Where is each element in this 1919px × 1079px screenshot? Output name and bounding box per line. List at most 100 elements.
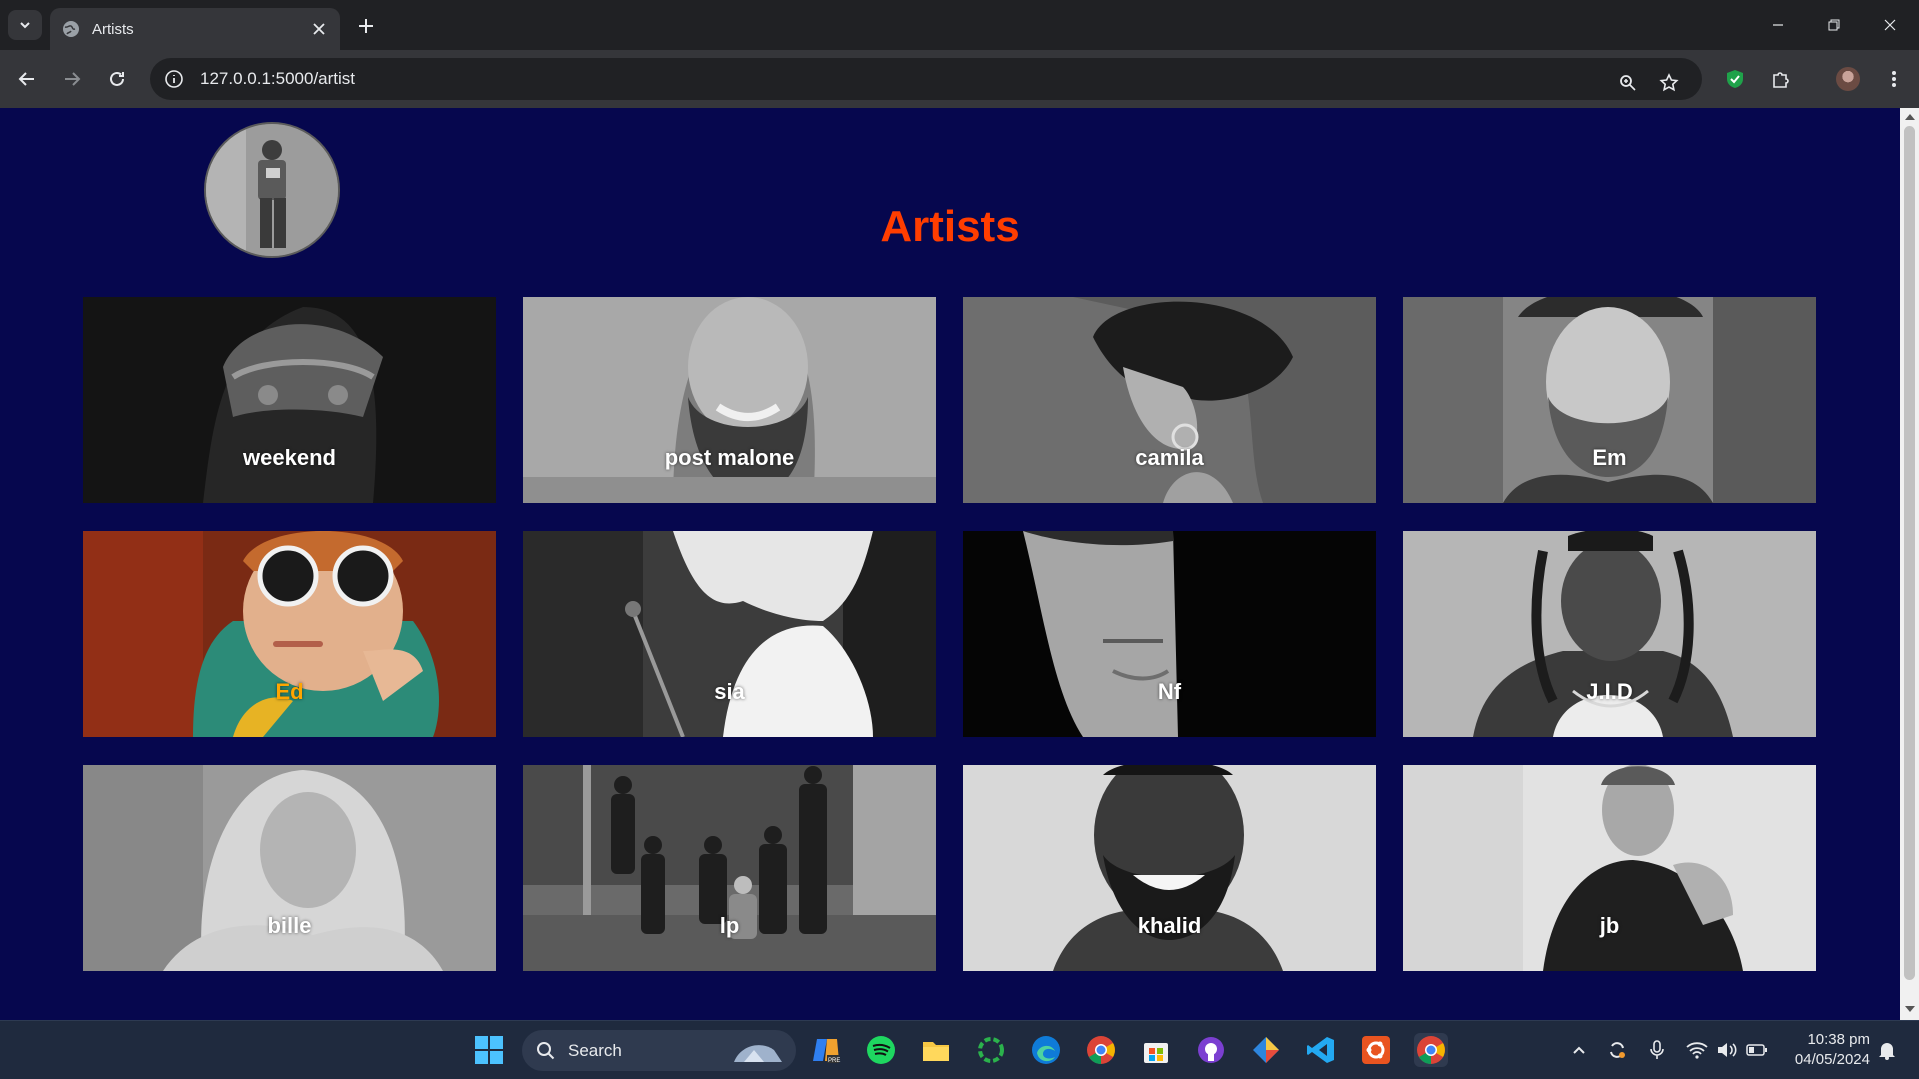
github-desktop-icon[interactable] — [1194, 1033, 1228, 1067]
git-app-icon[interactable] — [1249, 1033, 1283, 1067]
artist-name: lp — [719, 913, 740, 938]
zoom-icon[interactable] — [1613, 68, 1643, 98]
tab-search-button[interactable] — [8, 10, 42, 40]
back-button[interactable] — [12, 64, 42, 94]
reload-icon — [110, 71, 124, 86]
forward-button[interactable] — [57, 64, 87, 94]
notification-bell-icon[interactable] — [1876, 1039, 1898, 1061]
artist-name: bille — [267, 913, 312, 938]
artist-card-jid[interactable]: J.I.D — [1403, 531, 1816, 737]
url-text: 127.0.0.1:5000/artist — [200, 69, 356, 88]
artist-card-em[interactable]: Em — [1403, 297, 1816, 503]
artist-photo — [523, 297, 936, 503]
artist-name: Em — [1592, 445, 1627, 470]
reload-button[interactable] — [102, 64, 132, 94]
artist-photo — [1403, 297, 1816, 503]
artist-name: Nf — [1157, 679, 1182, 704]
page-viewport: Artists weekend post malone camila Em Ed… — [0, 108, 1900, 1020]
artist-name: jb — [1599, 913, 1620, 938]
chevron-up-icon[interactable] — [1568, 1039, 1590, 1061]
page-title: Artists — [880, 202, 1020, 251]
battery-icon[interactable] — [1746, 1039, 1768, 1061]
chevron-down-icon — [20, 22, 30, 29]
search-label: Search — [568, 1040, 622, 1060]
microphone-icon[interactable] — [1646, 1039, 1668, 1061]
artist-photo — [83, 765, 496, 971]
artist-card-lp[interactable]: lp — [523, 765, 936, 971]
artist-photo — [963, 765, 1376, 971]
artist-card-ed[interactable]: Ed — [83, 531, 496, 737]
taskbar-search[interactable]: Search — [522, 1030, 796, 1071]
artist-name: Ed — [275, 679, 304, 704]
artist-photo — [963, 297, 1376, 503]
spotify-icon[interactable] — [864, 1033, 898, 1067]
clock-date: 04/05/2024 — [1794, 1051, 1870, 1068]
artist-name: camila — [1135, 445, 1204, 470]
artist-photo — [523, 531, 936, 737]
artist-name: J.I.D — [1586, 679, 1633, 704]
windows-start-icon[interactable] — [472, 1033, 506, 1067]
menu-dots-icon[interactable] — [1879, 64, 1909, 94]
shield-extension-icon[interactable] — [1720, 64, 1750, 94]
artist-card-sia[interactable]: sia — [523, 531, 936, 737]
browser-tab[interactable]: Artists — [50, 8, 340, 50]
search-icon — [537, 1041, 555, 1059]
artist-card-post-malone[interactable]: post malone — [523, 297, 936, 503]
artist-photo — [83, 297, 496, 503]
artist-photo — [1403, 765, 1816, 971]
globe-icon — [63, 21, 79, 37]
sync-icon[interactable] — [1606, 1039, 1628, 1061]
microsoft-store-icon[interactable] — [1139, 1033, 1173, 1067]
artist-name: sia — [714, 679, 745, 704]
new-tab-button[interactable] — [352, 12, 380, 40]
scroll-up-arrow-icon[interactable] — [1905, 114, 1915, 120]
ubuntu-icon[interactable] — [1359, 1033, 1393, 1067]
minimize-icon — [1773, 24, 1783, 26]
scroll-down-arrow-icon[interactable] — [1905, 1006, 1915, 1012]
wifi-icon[interactable] — [1686, 1039, 1708, 1061]
clock-time: 10:38 pm — [1807, 1031, 1870, 1048]
artist-name: khalid — [1137, 913, 1202, 938]
info-icon[interactable] — [164, 69, 184, 89]
close-icon — [1884, 19, 1896, 31]
page-scrollbar[interactable] — [1900, 108, 1919, 1020]
artist-card-camila[interactable]: camila — [963, 297, 1376, 503]
minimize-button[interactable] — [1758, 10, 1798, 40]
restore-icon — [1828, 19, 1840, 31]
edge-browser-icon[interactable] — [1029, 1033, 1063, 1067]
artist-card-khalid[interactable]: khalid — [963, 765, 1376, 971]
artist-name: weekend — [243, 445, 336, 470]
artist-card-jb[interactable]: jb — [1403, 765, 1816, 971]
bookmark-star-icon[interactable] — [1654, 68, 1684, 98]
app-ring-icon[interactable] — [974, 1033, 1008, 1067]
copilot-icon[interactable]: PRE — [809, 1033, 843, 1067]
artist-card-bille[interactable]: bille — [83, 765, 496, 971]
plus-icon — [359, 19, 373, 33]
profile-avatar[interactable] — [1833, 64, 1863, 94]
file-explorer-icon[interactable] — [919, 1033, 953, 1067]
artist-card-weekend[interactable]: weekend — [83, 297, 496, 503]
browser-tab-bar: Artists — [0, 0, 1919, 50]
vscode-icon[interactable] — [1304, 1033, 1338, 1067]
artist-photo — [83, 531, 496, 737]
scroll-thumb[interactable] — [1904, 126, 1915, 980]
artist-photo — [963, 531, 1376, 737]
address-bar[interactable]: 127.0.0.1:5000/artist — [150, 58, 1702, 100]
svg-text:PRE: PRE — [828, 1058, 840, 1064]
artists-grid: weekend post malone camila Em Ed sia Nf … — [83, 297, 1816, 971]
artist-photo — [1403, 531, 1816, 737]
restore-button[interactable] — [1814, 10, 1854, 40]
search-highlight-icon — [734, 1045, 782, 1062]
chrome-active-icon[interactable] — [1414, 1033, 1448, 1067]
close-window-button[interactable] — [1870, 10, 1910, 40]
artist-card-nf[interactable]: Nf — [963, 531, 1376, 737]
close-tab-icon[interactable] — [310, 20, 328, 38]
volume-icon[interactable] — [1716, 1039, 1738, 1061]
arrow-left-icon — [18, 72, 34, 86]
chrome-icon[interactable] — [1084, 1033, 1118, 1067]
windows-taskbar: Search PRE 10:38 pm 04/05/2024 — [0, 1020, 1919, 1079]
extensions-puzzle-icon[interactable] — [1766, 64, 1796, 94]
browser-toolbar: 127.0.0.1:5000/artist — [0, 50, 1919, 108]
tab-title: Artists — [92, 20, 134, 38]
taskbar-clock[interactable]: 10:38 pm 04/05/2024 — [1780, 1030, 1870, 1070]
